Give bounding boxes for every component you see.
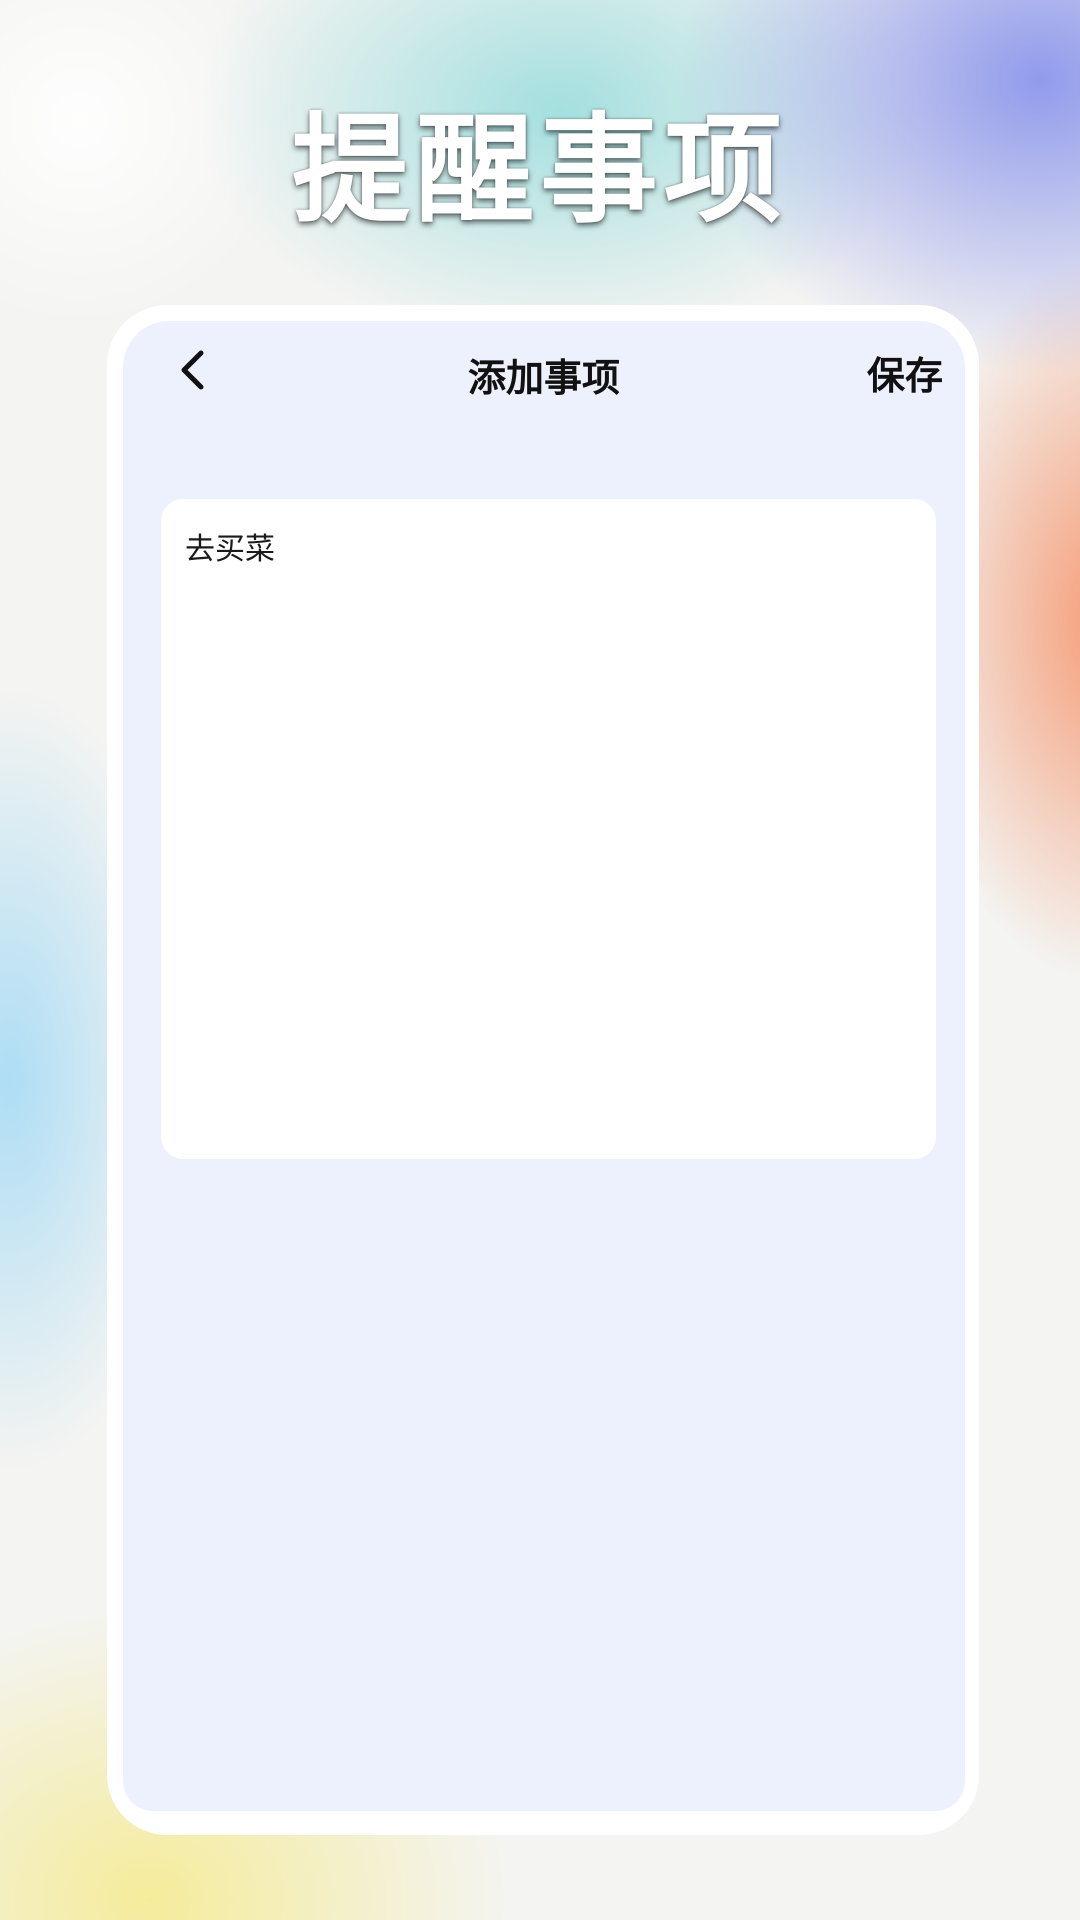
app-stage: 提醒事项 添加事项 保存 去买菜 <box>0 0 1080 1920</box>
back-button[interactable] <box>171 345 215 395</box>
note-input[interactable]: 去买菜 <box>185 529 912 1129</box>
banner-title: 提醒事项 <box>291 101 788 239</box>
screen-title: 添加事项 <box>467 356 620 400</box>
top-bar: 添加事项 保存 <box>123 321 965 411</box>
phone-frame: 添加事项 保存 去买菜 <box>107 305 979 1835</box>
app-screen: 添加事项 保存 去买菜 <box>123 321 965 1811</box>
note-card: 去买菜 <box>161 499 936 1159</box>
save-button[interactable]: 保存 <box>867 345 943 400</box>
chevron-left-icon <box>181 350 204 390</box>
